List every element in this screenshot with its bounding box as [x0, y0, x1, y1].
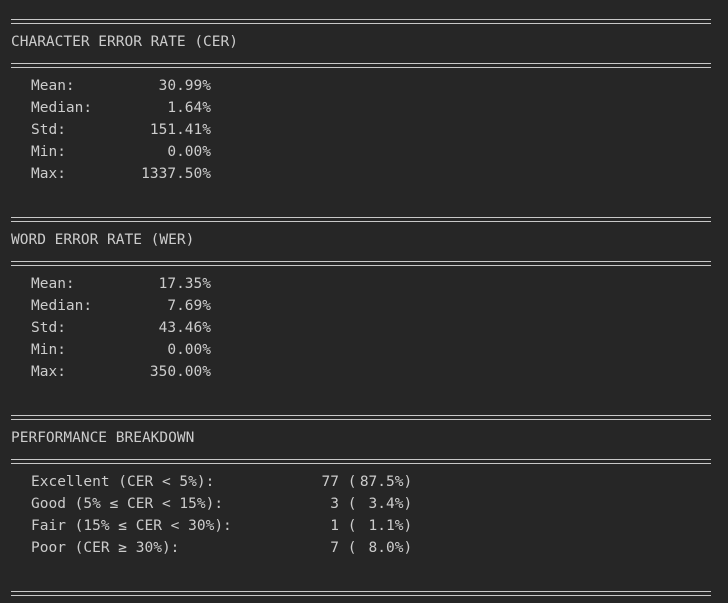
separator-line [11, 405, 711, 427]
cer-section-title: CHARACTER ERROR RATE (CER) [11, 34, 238, 50]
cer-stat-row: Max: 1337.50% [11, 163, 723, 185]
performance-label: Poor (CER ≥ 30%): [31, 540, 180, 556]
stat-value: 17.35% [158, 276, 211, 292]
close-paren: ) [403, 518, 413, 534]
separator-line [11, 9, 711, 31]
close-paren: ) [403, 540, 413, 556]
stat-value: 1337.50% [141, 166, 211, 182]
close-paren: ) [403, 496, 413, 512]
performance-percent: 1.1% [368, 518, 404, 534]
wer-stat-row: Std: 43.46% [11, 317, 723, 339]
stat-label: Max: [31, 166, 66, 182]
stat-label: Min: [31, 144, 66, 160]
stat-label: Mean: [31, 276, 75, 292]
stat-label: Median: [31, 298, 93, 314]
performance-count: 77 [321, 474, 339, 490]
stat-label: Min: [31, 342, 66, 358]
stat-value: 7.69% [167, 298, 211, 314]
stat-label: Mean: [31, 78, 75, 94]
separator-line [11, 449, 711, 471]
stat-label: Std: [31, 320, 66, 336]
open-paren: ( [339, 518, 357, 534]
performance-percent: 8.0% [368, 540, 404, 556]
cer-stat-row: Median: 1.64% [11, 97, 723, 119]
performance-label: Excellent (CER < 5%): [31, 474, 215, 490]
performance-label: Fair (15% ≤ CER < 30%): [31, 518, 232, 534]
performance-count: 1 [330, 518, 339, 534]
stat-value: 0.00% [167, 144, 211, 160]
wer-stat-row: Mean: 17.35% [11, 273, 723, 295]
performance-section-title: PERFORMANCE BREAKDOWN [11, 430, 195, 446]
open-paren: ( [339, 540, 357, 556]
cer-stat-row: Std: 151.41% [11, 119, 723, 141]
close-paren: ) [403, 474, 413, 490]
stat-label: Median: [31, 100, 93, 116]
wer-section-title: WORD ERROR RATE (WER) [11, 232, 195, 248]
stat-value: 30.99% [158, 78, 211, 94]
stat-label: Std: [31, 122, 66, 138]
wer-stat-row: Median: 7.69% [11, 295, 723, 317]
stat-value: 350.00% [149, 364, 211, 380]
separator-line [11, 53, 711, 75]
separator-line [11, 251, 711, 273]
terminal-output: CHARACTER ERROR RATE (CER) Mean: 30.99% M… [11, 9, 723, 603]
cer-stat-row: Mean: 30.99% [11, 75, 723, 97]
wer-stat-row: Max: 350.00% [11, 361, 723, 383]
stat-value: 151.41% [149, 122, 211, 138]
performance-percent: 87.5% [359, 474, 404, 490]
stat-value: 43.46% [158, 320, 211, 336]
performance-row: Poor (CER ≥ 30%): 7 (8.0%) [11, 537, 723, 559]
stat-value: 0.00% [167, 342, 211, 358]
performance-label: Good (5% ≤ CER < 15%): [31, 496, 224, 512]
cer-stat-row: Min: 0.00% [11, 141, 723, 163]
performance-count: 7 [330, 540, 339, 556]
performance-percent: 3.4% [368, 496, 404, 512]
open-paren: ( [339, 474, 357, 490]
performance-row: Fair (15% ≤ CER < 30%): 1 (1.1%) [11, 515, 723, 537]
stat-label: Max: [31, 364, 66, 380]
wer-stat-row: Min: 0.00% [11, 339, 723, 361]
performance-row: Excellent (CER < 5%): 77 (87.5%) [11, 471, 723, 493]
performance-count: 3 [330, 496, 339, 512]
open-paren: ( [339, 496, 357, 512]
separator-line [11, 207, 711, 229]
performance-row: Good (5% ≤ CER < 15%): 3 (3.4%) [11, 493, 723, 515]
stat-value: 1.64% [167, 100, 211, 116]
